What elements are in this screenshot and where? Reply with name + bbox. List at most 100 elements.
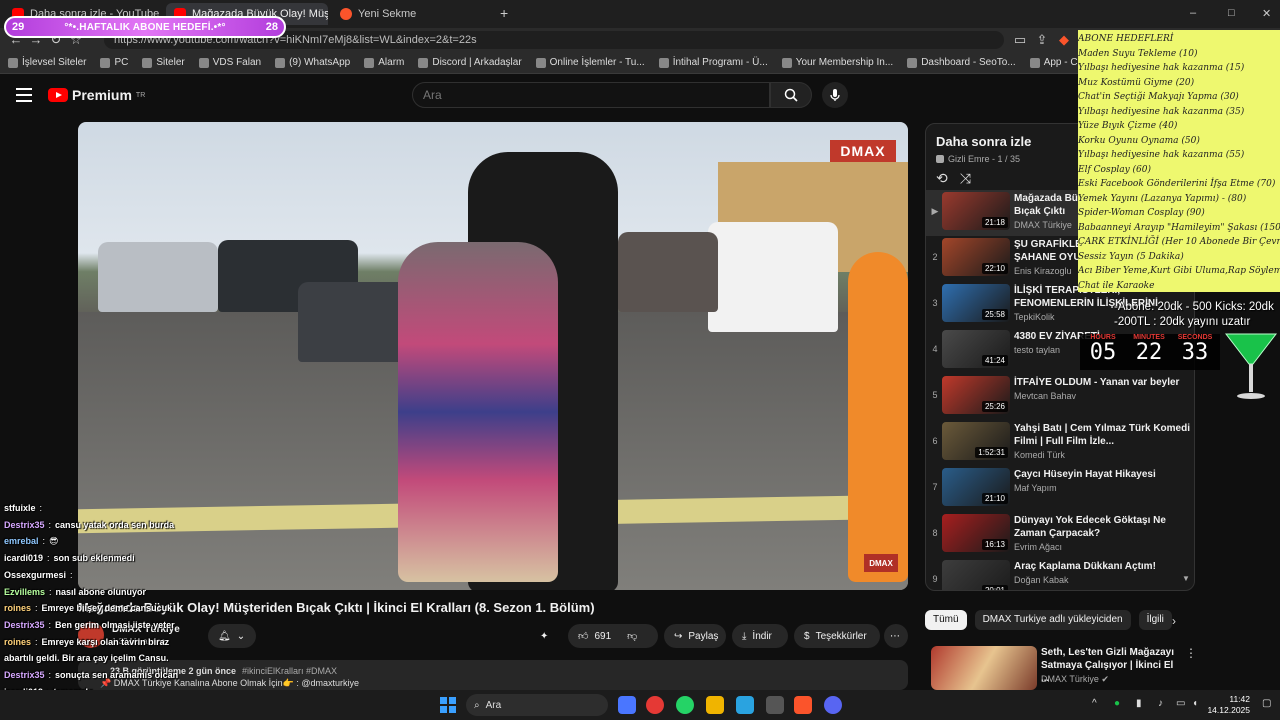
network-icon[interactable]: ▭	[1176, 698, 1185, 709]
playlist-item-channel[interactable]: Doğan Kabak	[1014, 575, 1190, 585]
playlist-thumbnail[interactable]: 22:10	[942, 238, 1010, 276]
related-channel[interactable]: DMAX Türkiye ✔	[1041, 674, 1109, 685]
bookmark-item[interactable]: (9) WhatsApp	[275, 57, 350, 68]
filter-chip[interactable]: İlgili	[1138, 610, 1172, 630]
volume-icon[interactable]: ◖	[1192, 698, 1198, 709]
sparkle-icon[interactable]: ✦	[540, 624, 568, 648]
bookmark-item[interactable]: İşlevsel Siteler	[8, 57, 86, 68]
chevron-right-icon[interactable]: ›	[1172, 614, 1176, 628]
playlist-thumbnail[interactable]: 25:26	[942, 376, 1010, 414]
playlist-item-title[interactable]: Araç Kaplama Dükkanı Açtım!	[1014, 560, 1190, 573]
tray-app-icon[interactable]: ●	[1114, 698, 1120, 709]
taskbar-clock[interactable]: 11:42 14.12.2025	[1200, 694, 1250, 716]
bookmark-icon	[142, 57, 153, 68]
notifications-icon[interactable]: ▢	[1262, 698, 1271, 709]
filter-chip[interactable]: Tümü	[925, 610, 967, 630]
video-duration: 25:26	[981, 401, 1008, 412]
playlist-thumbnail[interactable]: 1:52:31	[942, 422, 1010, 460]
shuffle-icon[interactable]: ⤨	[960, 170, 971, 187]
tab-new[interactable]: Yeni Sekme	[332, 3, 492, 25]
taskbar-search[interactable]: ⌕ Ara	[466, 694, 608, 716]
tray-chevron-icon[interactable]: ^	[1092, 698, 1097, 709]
signal-icon[interactable]: ▮	[1136, 698, 1142, 709]
cast-icon[interactable]: ▭	[1012, 32, 1028, 48]
share-icon[interactable]: ⇪	[1034, 32, 1050, 48]
chat-message: Ossexgurmesi:	[4, 567, 404, 584]
bookmark-item[interactable]: Online İşlemler - Tu...	[535, 57, 645, 68]
hamburger-menu-icon[interactable]	[16, 88, 32, 102]
microphone-tray-icon[interactable]: ♪	[1158, 698, 1163, 709]
playlist-thumbnail[interactable]: 21:10	[942, 468, 1010, 506]
playlist-item-channel[interactable]: Mevtcan Bahav	[1014, 391, 1190, 401]
youtube-logo[interactable]: Premium TR	[48, 87, 145, 103]
bookmark-item[interactable]: Discord | Arkadaşlar	[418, 57, 522, 68]
bookmark-item[interactable]: Dashboard - SeoTo...	[907, 57, 1016, 68]
like-button[interactable]: 👍︎ 691 👎︎	[568, 624, 658, 648]
bookmark-item[interactable]: VDS Falan	[198, 57, 261, 68]
related-thumbnail[interactable]	[931, 646, 1037, 690]
more-vertical-icon[interactable]: ⋮	[1185, 646, 1197, 660]
playlist-thumbnail[interactable]: 20:01	[942, 560, 1010, 590]
playlist-thumbnail[interactable]: 25:58	[942, 284, 1010, 322]
playlist-item-title[interactable]: Çaycı Hüseyin Hayat Hikayesi	[1014, 468, 1190, 481]
bookmark-label: Online İşlemler - Tu...	[549, 57, 645, 68]
playlist-item[interactable]: 8 16:13 Dünyayı Yok Edecek Göktaşı Ne Zama…	[926, 512, 1194, 558]
bookmark-item[interactable]: PC	[100, 57, 128, 68]
goal-item: Yılbaşı hediyesine hak kazanma (55)	[1078, 150, 1245, 160]
record-app-icon[interactable]	[646, 696, 664, 714]
search-button[interactable]	[770, 82, 812, 108]
video-scene-person	[398, 242, 558, 582]
playlist-item-title[interactable]: Yahşi Batı | Cem Yılmaz Türk Komedi Film…	[1014, 422, 1190, 448]
playlist-item[interactable]: 7 21:10 Çaycı Hüseyin Hayat Hikayesi Maf Ya…	[926, 466, 1194, 512]
chat-username: Ossexgurmesi	[4, 569, 67, 580]
minimize-button[interactable]: –	[1190, 7, 1196, 19]
maximize-button[interactable]: □	[1228, 7, 1235, 19]
like-count: 691	[594, 630, 612, 642]
thumbs-down-icon[interactable]: 👎︎	[627, 630, 637, 642]
playlist-item[interactable]: 9 20:01 Araç Kaplama Dükkanı Açtım! Doğan K…	[926, 558, 1194, 590]
telegram-icon[interactable]	[736, 696, 754, 714]
video-duration: 1:52:31	[975, 447, 1008, 458]
playlist-item[interactable]: 6 1:52:31 Yahşi Batı | Cem Yılmaz Türk Kom…	[926, 420, 1194, 466]
stream-chat-overlay: stfuixle: Destrix35: cansu yatak orda sen …	[4, 500, 404, 717]
bookmark-icon	[8, 57, 18, 68]
chat-separator: :	[35, 603, 38, 614]
brave-browser-icon[interactable]	[794, 696, 812, 714]
download-button[interactable]: ⤓ İndir	[732, 624, 788, 648]
chat-text: sonuçta sen aramamis olcan	[55, 670, 179, 681]
playlist-thumbnail[interactable]: 21:18	[942, 192, 1010, 230]
bookmark-icon	[275, 57, 286, 68]
chart-app-icon[interactable]	[618, 696, 636, 714]
playlist-item-title[interactable]: Dünyayı Yok Edecek Göktaşı Ne Zaman Çarp…	[1014, 514, 1190, 540]
close-window-button[interactable]: ✕	[1262, 7, 1271, 20]
chat-separator: :	[48, 670, 52, 681]
grid-app-icon[interactable]	[766, 696, 784, 714]
whatsapp-icon[interactable]	[676, 696, 694, 714]
playlist-item-channel[interactable]: Komedi Türk	[1014, 450, 1190, 460]
playlist-thumbnail[interactable]: 16:13	[942, 514, 1010, 552]
playlist-item-channel[interactable]: Maf Yapım	[1014, 483, 1190, 493]
bookmark-item[interactable]: İntihal Programı - Ü...	[658, 57, 768, 68]
bookmark-item[interactable]: Your Membership In...	[781, 57, 893, 68]
voice-search-button[interactable]	[822, 82, 848, 108]
start-icon[interactable]	[440, 697, 456, 713]
loop-icon[interactable]: ⟲	[936, 170, 948, 187]
scroll-down-icon[interactable]: ▼	[1182, 574, 1190, 583]
related-video[interactable]: Seth, Les'ten Gizli Mağazayı Satmaya Çal…	[925, 642, 1197, 690]
filter-chip[interactable]: DMAX Turkiye adlı yükleyiciden	[974, 610, 1131, 630]
playlist-item-channel[interactable]: Evrim Ağacı	[1014, 542, 1190, 552]
more-actions-button[interactable]: ⋯	[884, 624, 908, 648]
bookmark-item[interactable]: Siteler	[142, 57, 185, 68]
folder-icon[interactable]	[706, 696, 724, 714]
thanks-button[interactable]: $ Teşekkürler	[794, 624, 880, 648]
brave-shield-icon[interactable]: ◆	[1056, 32, 1072, 48]
playlist-item[interactable]: 5 25:26 İTFAİYE OLDUM - Yanan var beyler Me…	[926, 374, 1194, 420]
share-button[interactable]: ↪ Paylaş	[664, 624, 726, 648]
playlist-item-title[interactable]: İTFAİYE OLDUM - Yanan var beyler	[1014, 376, 1190, 389]
new-tab-button[interactable]: +	[500, 5, 508, 21]
bookmark-item[interactable]: Alarm	[364, 57, 404, 68]
search-input[interactable]	[412, 82, 770, 108]
playlist-thumbnail[interactable]: 41:24	[942, 330, 1010, 368]
discord-icon[interactable]	[824, 696, 842, 714]
chat-separator: :	[47, 553, 50, 564]
